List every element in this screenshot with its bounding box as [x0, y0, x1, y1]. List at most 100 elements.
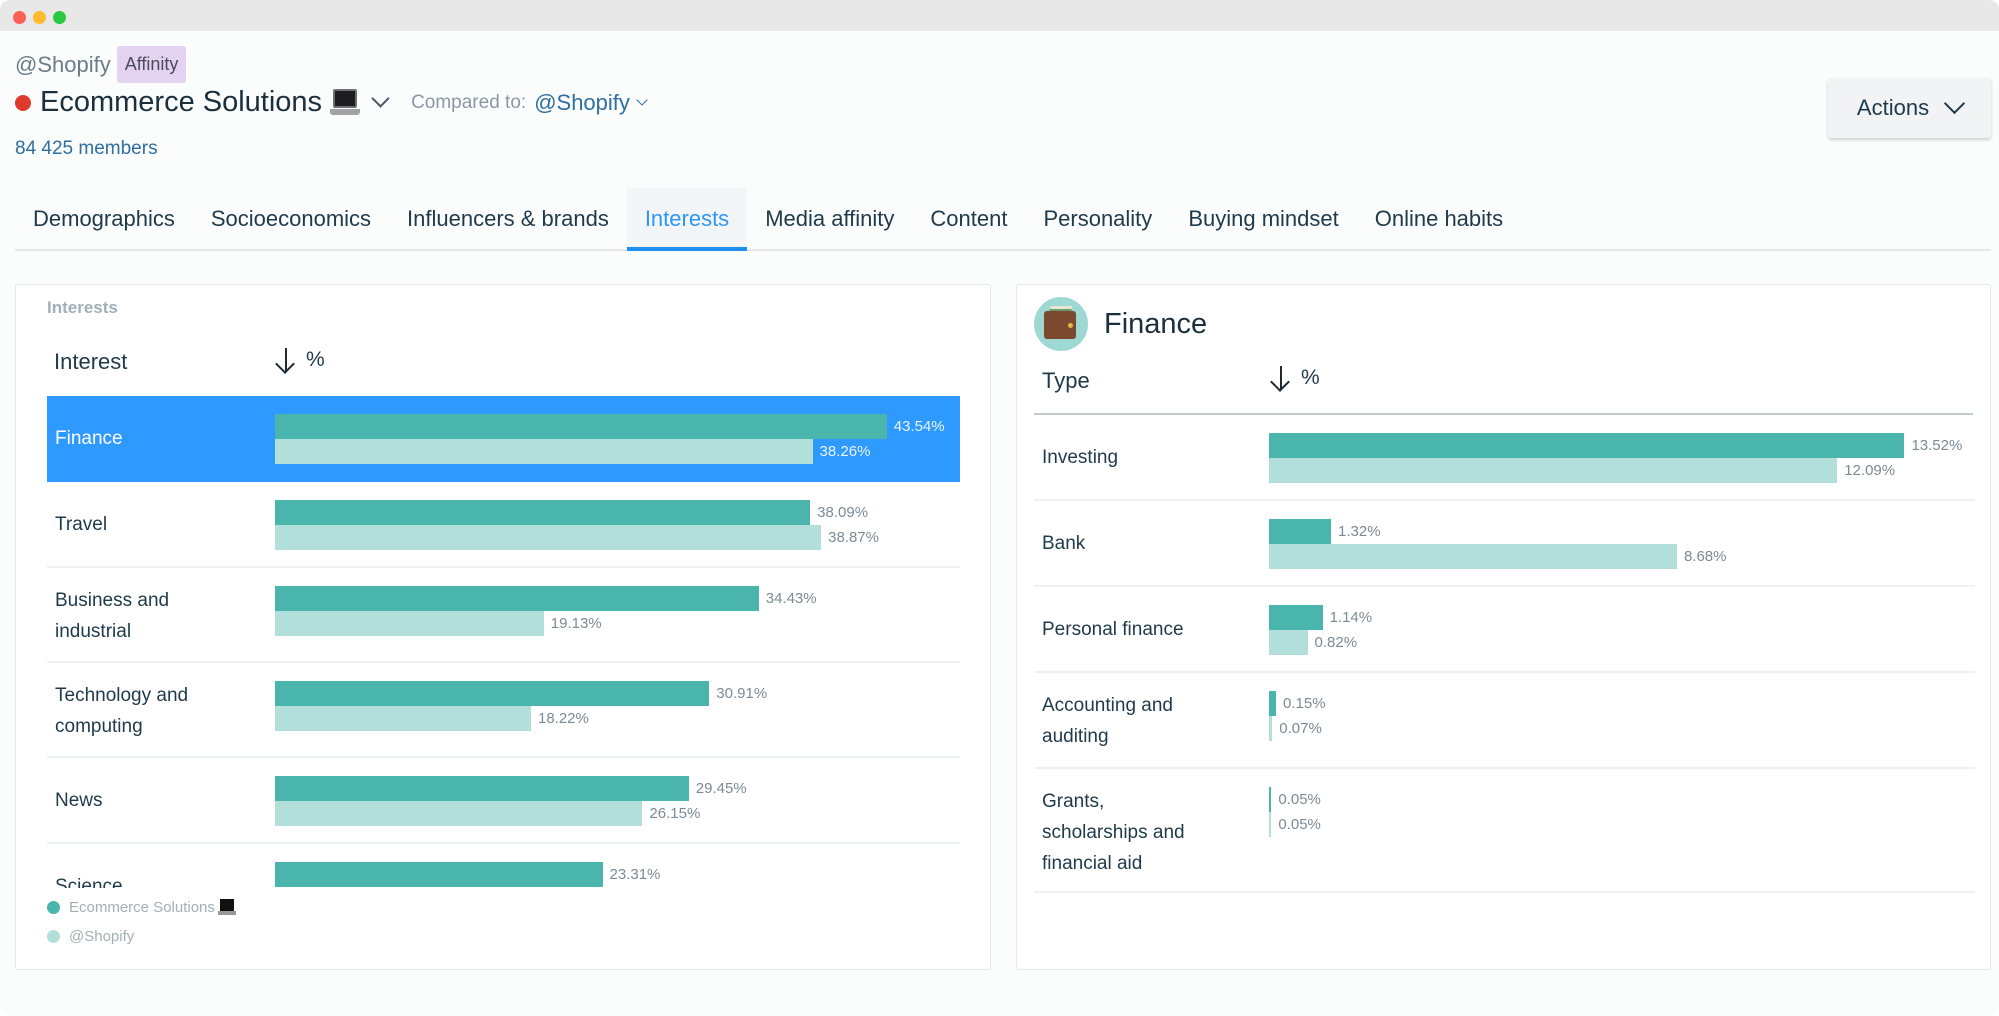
bar-primary — [275, 862, 603, 887]
bar-value-label: 38.09% — [817, 504, 869, 521]
row-label: Personal finance — [1042, 614, 1184, 645]
chevron-down-icon — [1943, 92, 1966, 114]
bar-value-label: 26.15% — [649, 805, 701, 822]
bar-primary — [275, 776, 689, 801]
bar-value-label: 0.15% — [1283, 695, 1326, 712]
bar-primary — [275, 681, 710, 706]
app-window: @Shopify Affinity Ecommerce Solutions Co… — [0, 0, 1999, 1016]
audience-dropdown-chevron-icon[interactable] — [371, 89, 390, 108]
tab-socioeconomics[interactable]: Socioeconomics — [193, 188, 389, 249]
row-label-line: Bank — [1042, 533, 1086, 554]
chart-legend: Ecommerce Solutions @Shopify — [47, 893, 236, 951]
actions-button[interactable]: Actions — [1828, 78, 1991, 138]
tab-online-habits[interactable]: Online habits — [1357, 188, 1521, 249]
bar-value-label: 12.09% — [1844, 462, 1896, 479]
legend-dot-icon — [47, 930, 60, 943]
bar-compare — [1269, 630, 1308, 655]
compared-dropdown-chevron-icon[interactable] — [636, 93, 648, 106]
close-window-button[interactable] — [13, 11, 26, 24]
zoom-window-button[interactable] — [53, 11, 66, 24]
bar-compare — [1269, 544, 1677, 569]
bar-value-label: 30.91% — [716, 685, 768, 702]
bar-value-label: 23.31% — [609, 866, 661, 883]
table-row[interactable]: Science 23.31% — [47, 844, 960, 888]
bar-compare — [275, 611, 544, 636]
table-row[interactable]: Finance 43.54% 38.26% — [47, 396, 960, 482]
laptop-icon — [217, 899, 236, 916]
table-row[interactable]: Investing 13.52% 12.09% — [1034, 415, 1975, 501]
interest-column-header[interactable]: Interest — [54, 349, 127, 375]
tab-personality[interactable]: Personality — [1025, 188, 1170, 249]
percent-sort-header[interactable]: % — [1269, 365, 1320, 392]
row-label: News — [55, 785, 103, 816]
table-row[interactable]: Accounting and auditing 0.15% 0.07% — [1034, 673, 1975, 769]
bar-value-label: 0.82% — [1314, 634, 1358, 651]
bar-value-label: 8.68% — [1683, 548, 1727, 565]
audience-title: Ecommerce Solutions — [40, 86, 323, 118]
table-row[interactable]: Business and industrial 34.43% 19.13% — [47, 568, 960, 663]
percent-column-label: % — [1301, 366, 1320, 389]
table-row[interactable]: Technology and computing 30.91% 18.22% — [47, 663, 960, 758]
sort-down-arrow-icon — [274, 347, 298, 374]
row-label: Science — [55, 871, 123, 888]
type-column-header[interactable]: Type — [1042, 368, 1090, 394]
tab-content[interactable]: Content — [912, 188, 1025, 249]
row-label: Grants, scholarships and financial aid — [1042, 786, 1185, 879]
members-count[interactable]: 84 425 members — [15, 138, 158, 160]
wallet-icon — [1034, 297, 1088, 351]
compared-to-label: Compared to: — [411, 91, 527, 113]
bar-compare — [1269, 812, 1272, 837]
row-label: Bank — [1042, 528, 1085, 559]
row-label-line: auditing — [1042, 726, 1109, 747]
table-row[interactable]: Bank 1.32% 8.68% — [1034, 501, 1975, 587]
tab-demographics[interactable]: Demographics — [15, 188, 193, 249]
table-row[interactable]: News 29.45% 26.15% — [47, 758, 960, 844]
table-row[interactable]: Travel 38.09% 38.87% — [47, 482, 960, 568]
row-label: Travel — [55, 509, 107, 540]
legend-label: Ecommerce Solutions — [69, 899, 215, 916]
tab-media-affinity[interactable]: Media affinity — [747, 188, 912, 249]
finance-header: Finance — [1034, 297, 1207, 351]
row-label-line: Business and — [55, 590, 170, 611]
bar-primary — [1269, 691, 1277, 716]
bar-compare — [275, 525, 822, 550]
bar-primary — [1269, 787, 1272, 812]
minimize-window-button[interactable] — [33, 11, 46, 24]
bar-value-label: 43.54% — [893, 418, 945, 435]
row-label: Business and industrial — [55, 585, 169, 647]
bar-value-label: 0.05% — [1278, 791, 1321, 808]
audience-header: Ecommerce Solutions Compared to: @Shopif… — [15, 86, 648, 119]
bar-primary — [275, 414, 887, 439]
row-label-line: News — [55, 790, 103, 811]
bar-compare — [1269, 716, 1273, 741]
bar-value-label: 0.07% — [1279, 720, 1322, 737]
bar-primary — [275, 500, 811, 525]
bar-value-label: 1.32% — [1338, 523, 1381, 540]
table-row[interactable]: Personal finance 1.14% 0.82% — [1034, 587, 1975, 673]
row-label-line: Finance — [55, 428, 123, 449]
row-label: Accounting and auditing — [1042, 690, 1173, 752]
row-label-line: Technology and — [55, 685, 189, 706]
bar-value-label: 19.13% — [550, 615, 602, 632]
percent-sort-header[interactable]: % — [274, 347, 325, 374]
compared-to-selector[interactable]: @Shopify — [534, 90, 630, 116]
table-row[interactable]: Grants, scholarships and financial aid 0.05… — [1034, 769, 1975, 893]
row-label-line: Travel — [55, 514, 108, 535]
brand-line: @Shopify Affinity — [15, 46, 187, 83]
row-label: Finance — [55, 423, 123, 454]
title-bar — [0, 0, 1999, 31]
row-label-line: financial aid — [1042, 853, 1143, 874]
bar-value-label: 38.87% — [828, 529, 879, 546]
brand-name: @Shopify — [15, 51, 111, 77]
tab-influencers-brands[interactable]: Influencers & brands — [389, 188, 627, 249]
bar-value-label: 1.14% — [1329, 609, 1373, 626]
row-label-line: Investing — [1042, 447, 1119, 468]
row-label-line: Science — [55, 876, 123, 888]
bar-value-label: 13.52% — [1911, 437, 1963, 454]
tab-buying-mindset[interactable]: Buying mindset — [1170, 188, 1356, 249]
interests-panel: Interests Interest % Finance 43.54% 38.26%… — [15, 284, 991, 970]
finance-title: Finance — [1104, 307, 1208, 340]
percent-column-label: % — [306, 348, 325, 371]
status-dot-icon — [15, 94, 31, 111]
tab-interests[interactable]: Interests — [626, 188, 748, 251]
